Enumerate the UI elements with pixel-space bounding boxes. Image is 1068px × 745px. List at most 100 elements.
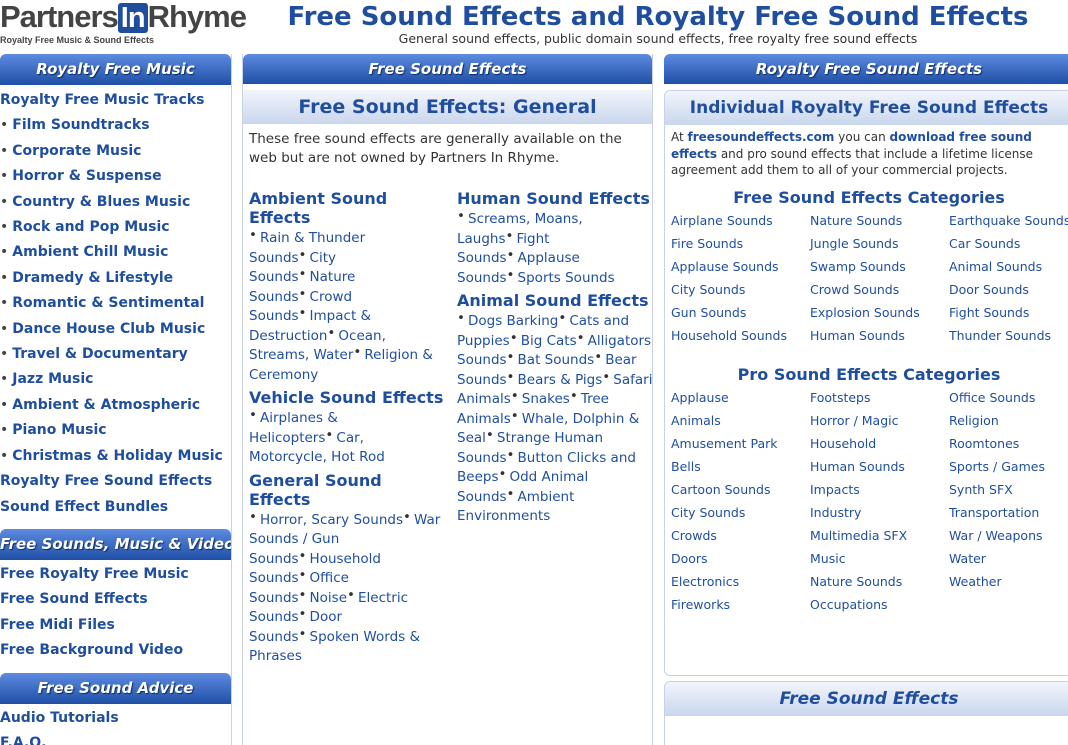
sound-category-link[interactable]: Music <box>810 551 949 566</box>
sound-category-link[interactable]: Car Sounds <box>949 236 1068 251</box>
category-link[interactable]: Dogs Barking <box>457 313 558 329</box>
sound-category-link[interactable]: Roomtones <box>949 436 1068 451</box>
sound-category-link[interactable]: Jungle Sounds <box>810 236 949 251</box>
sidebar-free-link[interactable]: Free Royalty Free Music <box>0 562 231 587</box>
link-royalty-free-sound-effects[interactable]: Royalty Free Sound Effects <box>0 469 231 494</box>
sound-category-link[interactable]: Synth SFX <box>949 482 1068 497</box>
sound-category-link[interactable]: Earthquake Sounds <box>949 213 1068 228</box>
sound-category-link[interactable]: Fireworks <box>671 597 810 612</box>
sidebar-heading-free-sound-advice: Free Sound Advice <box>0 672 231 704</box>
sidebar-free-link[interactable]: Free Midi Files <box>0 613 231 638</box>
bottom-heading: Free Sound Effects <box>665 682 1068 716</box>
sound-category-link[interactable]: Multimedia SFX <box>810 528 949 543</box>
sound-category-link[interactable]: Airplane Sounds <box>671 213 810 228</box>
sound-category-link[interactable]: Animal Sounds <box>949 259 1068 274</box>
sound-category-link[interactable]: Doors <box>671 551 810 566</box>
category-link[interactable]: Big Cats <box>510 333 577 349</box>
sound-category-link[interactable]: Gun Sounds <box>671 305 810 320</box>
category-link[interactable]: Bears & Pigs <box>507 372 603 388</box>
sidebar-music-genre-link[interactable]: Film Soundtracks <box>0 113 231 138</box>
sidebar-free-link[interactable]: Free Background Video <box>0 638 231 663</box>
sound-category-link[interactable]: Occupations <box>810 597 949 612</box>
sidebar-music-genre-link[interactable]: Romantic & Sentimental <box>0 291 231 316</box>
category-heading: Vehicle Sound Effects <box>249 388 444 407</box>
right-intro-text: At freesoundeffects.com you can download… <box>671 130 1034 177</box>
page-title: Free Sound Effects and Royalty Free Soun… <box>287 2 1029 32</box>
link-freesoundeffects-com[interactable]: freesoundeffects.com <box>688 130 835 144</box>
sidebar-music-genre-link[interactable]: Country & Blues Music <box>0 190 231 215</box>
sound-category-link[interactable]: Nature Sounds <box>810 213 949 228</box>
sound-category-link[interactable]: Fight Sounds <box>949 305 1068 320</box>
sidebar-music-genre-link[interactable]: Corporate Music <box>0 139 231 164</box>
sidebar-advice-link[interactable]: F.A.Q. <box>0 731 231 745</box>
sound-category-link[interactable]: Explosion Sounds <box>810 305 949 320</box>
sidebar-advice-link[interactable]: Audio Tutorials <box>0 706 231 731</box>
sound-category-link[interactable]: Human Sounds <box>810 328 949 343</box>
free-links-list: Free Royalty Free Music Free Sound Effect… <box>0 560 231 664</box>
sound-category-link[interactable]: Fire Sounds <box>671 236 810 251</box>
sound-category-link[interactable]: Horror / Magic <box>810 413 949 428</box>
sound-category-link[interactable]: Human Sounds <box>810 459 949 474</box>
sound-category-link[interactable]: War / Weapons <box>949 528 1068 543</box>
sound-category-link[interactable]: Household Sounds <box>671 328 810 343</box>
category-heading: Human Sound Effects <box>457 189 650 208</box>
sound-category-link[interactable]: Door Sounds <box>949 282 1068 297</box>
sound-category-link[interactable]: Impacts <box>810 482 949 497</box>
category-link[interactable]: Bat Sounds <box>507 352 595 368</box>
sound-category-link[interactable]: Household <box>810 436 949 451</box>
free-sound-effects-box: Free Sound Effects <box>664 681 1068 745</box>
sound-category-link[interactable]: Animals <box>671 413 810 428</box>
grid-empty-cell <box>949 597 1068 612</box>
mid-column-2: Human Sound EffectsScreams, Moans, Laugh… <box>457 184 653 525</box>
sound-category-link[interactable]: Thunder Sounds <box>949 328 1068 343</box>
sound-category-link[interactable]: Footsteps <box>810 390 949 405</box>
free-categories-title: Free Sound Effects Categories <box>733 187 1005 207</box>
royalty-free-panel: Royalty Free Sound Effects Individual Ro… <box>664 54 1068 745</box>
link-royalty-free-music-tracks[interactable]: Royalty Free Music Tracks <box>0 88 231 113</box>
sidebar-music-genre-link[interactable]: Horror & Suspense <box>0 164 231 189</box>
sound-category-link[interactable]: Office Sounds <box>949 390 1068 405</box>
sound-category-link[interactable]: Swamp Sounds <box>810 259 949 274</box>
category-link[interactable]: Snakes <box>511 391 570 407</box>
sidebar-music-genre-link[interactable]: Ambient & Atmospheric <box>0 393 231 418</box>
sound-category-link[interactable]: Applause Sounds <box>671 259 810 274</box>
sidebar-free-link[interactable]: Free Sound Effects <box>0 587 231 612</box>
page-subtitle: General sound effects, public domain sou… <box>398 31 918 46</box>
sidebar-music-genre-link[interactable]: Dramedy & Lifestyle <box>0 266 231 291</box>
sidebar-music-genre-link[interactable]: Dance House Club Music <box>0 317 231 342</box>
sound-category-link[interactable]: Electronics <box>671 574 810 589</box>
sound-category-link[interactable]: Religion <box>949 413 1068 428</box>
category-link[interactable]: Horror, Scary Sounds <box>249 512 403 528</box>
sound-category-link[interactable]: Nature Sounds <box>810 574 949 589</box>
site-logo[interactable]: Partners InRhyme Royalty Free Music & Sou… <box>0 1 247 45</box>
advice-links-list: Audio Tutorials F.A.Q. <box>0 704 231 745</box>
logo-word-rhyme: Rhyme <box>147 0 247 34</box>
sidebar-music-genre-link[interactable]: Christmas & Holiday Music <box>0 444 231 469</box>
sidebar-music-genre-link[interactable]: Jazz Music <box>0 367 231 392</box>
sound-category-link[interactable]: Water <box>949 551 1068 566</box>
sound-category-link[interactable]: Weather <box>949 574 1068 589</box>
sidebar-music-genre-link[interactable]: Piano Music <box>0 418 231 443</box>
sound-category-link[interactable]: Crowd Sounds <box>810 282 949 297</box>
sound-category-link[interactable]: City Sounds <box>671 282 810 297</box>
mid-column-1: Ambient Sound EffectsRain & Thunder Soun… <box>249 184 445 665</box>
sidebar-music-genre-link[interactable]: Rock and Pop Music <box>0 215 231 240</box>
sound-category-link[interactable]: City Sounds <box>671 505 810 520</box>
sound-category-link[interactable]: Applause <box>671 390 810 405</box>
sound-category-link[interactable]: Sports / Games <box>949 459 1068 474</box>
category-heading: Ambient Sound Effects <box>249 189 388 227</box>
category-heading: Animal Sound Effects <box>457 291 649 310</box>
sound-category-link[interactable]: Transportation <box>949 505 1068 520</box>
category-link[interactable]: Noise <box>299 590 347 606</box>
sound-category-link[interactable]: Industry <box>810 505 949 520</box>
link-sound-effect-bundles[interactable]: Sound Effect Bundles <box>0 495 231 520</box>
sidebar-heading-royalty-free-music: Royalty Free Music <box>0 54 231 85</box>
sidebar-music-genre-link[interactable]: Travel & Documentary <box>0 342 231 367</box>
sound-category-link[interactable]: Bells <box>671 459 810 474</box>
sound-category-link[interactable]: Crowds <box>671 528 810 543</box>
sound-category-link[interactable]: Cartoon Sounds <box>671 482 810 497</box>
sound-category-link[interactable]: Amusement Park <box>671 436 810 451</box>
category-link[interactable]: Sports Sounds <box>507 270 615 286</box>
left-sidebar: Royalty Free Music Royalty Free Music Tr… <box>0 54 232 745</box>
sidebar-music-genre-link[interactable]: Ambient Chill Music <box>0 240 231 265</box>
